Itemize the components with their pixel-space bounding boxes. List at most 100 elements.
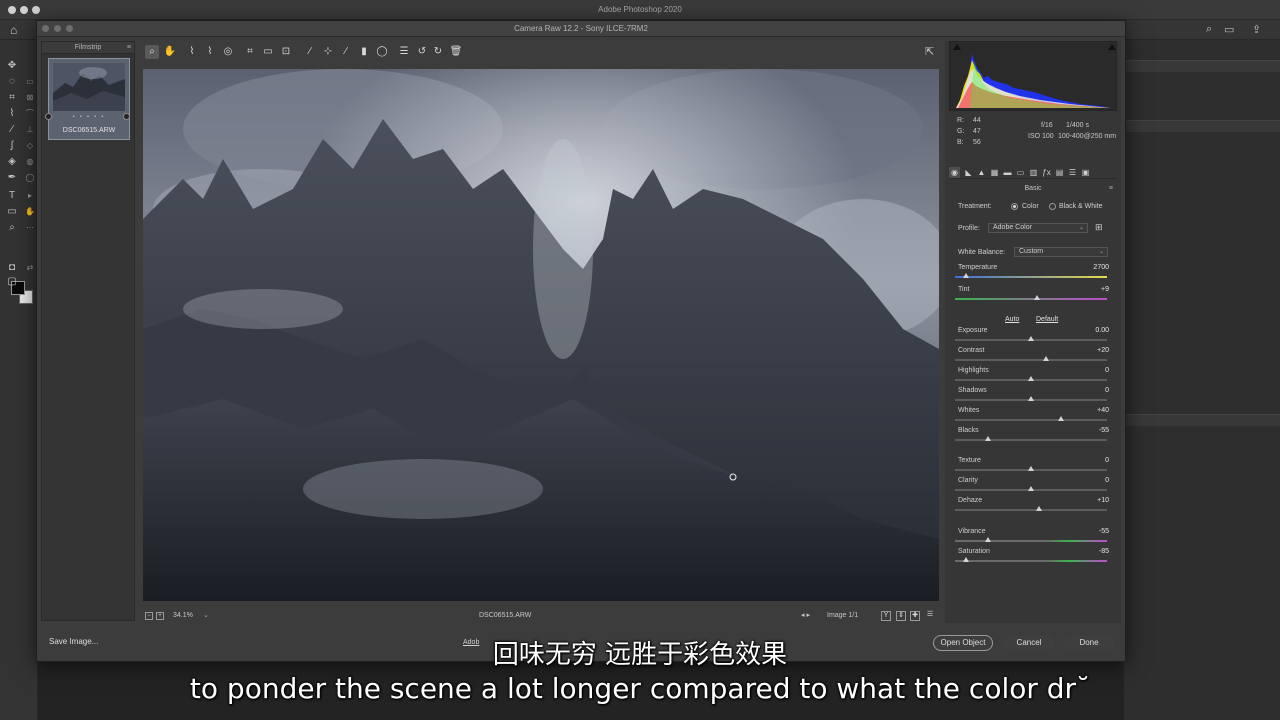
thumbnail-rating[interactable]: • • • • • <box>49 114 129 120</box>
shape-tool-icon[interactable]: ▭ <box>6 206 18 218</box>
home-icon[interactable]: ⌂ <box>10 23 17 37</box>
slider-thumb-whites[interactable] <box>1058 416 1065 421</box>
slider-value-exposure[interactable]: 0.00 <box>1079 327 1109 334</box>
color-sampler-icon[interactable]: ⌇ <box>203 45 217 59</box>
slider-value-clarity[interactable]: 0 <box>1079 477 1109 484</box>
radial-filter-icon[interactable]: ◯ <box>375 45 389 59</box>
tab-detail-icon[interactable]: ▲ <box>976 167 987 178</box>
straighten-tool-icon[interactable]: ▭ <box>261 45 275 59</box>
eraser-tool-icon[interactable]: ◇ <box>24 140 36 152</box>
workspace-icon[interactable]: ▭ <box>1224 23 1234 36</box>
red-eye-icon[interactable]: ⊹ <box>321 45 335 59</box>
patch-tool-icon[interactable]: ⌒ <box>24 108 36 120</box>
blur-tool-icon[interactable]: ◍ <box>24 156 36 168</box>
slider-value-dehaze[interactable]: +10 <box>1079 497 1109 504</box>
pen-tool-icon[interactable]: ✒ <box>6 172 18 184</box>
zoom-tool-icon[interactable]: ⌕ <box>6 222 18 234</box>
move-tool-icon[interactable]: ✥ <box>6 60 18 72</box>
slider-thumb-clarity[interactable] <box>1028 486 1034 491</box>
zoom-tool-icon[interactable]: ⌕ <box>145 45 159 59</box>
slider-value-temperature[interactable]: 2700 <box>1079 264 1109 271</box>
slider-track-temperature[interactable] <box>955 276 1107 278</box>
slider-track-tint[interactable] <box>955 298 1107 300</box>
frame-tool-icon[interactable]: ⊠ <box>24 92 36 104</box>
treatment-color-label[interactable]: Color <box>1022 203 1039 210</box>
eyedropper-tool-icon[interactable]: ⌇ <box>6 108 18 120</box>
tab-effects-icon[interactable]: ƒx <box>1041 167 1052 178</box>
transform-tool-icon[interactable]: ⊡ <box>279 45 293 59</box>
rotate-left-icon[interactable]: ↺ <box>415 45 429 59</box>
marquee-tool-icon[interactable]: ▭ <box>24 76 36 88</box>
search-icon[interactable]: ⌕ <box>1206 23 1212 36</box>
tab-split-toning-icon[interactable]: ▬ <box>1002 167 1013 178</box>
slider-track-whites[interactable] <box>955 419 1107 421</box>
trash-icon[interactable]: 🗑 <box>449 45 463 59</box>
crop-tool-icon[interactable]: ⌗ <box>243 45 257 59</box>
brush-tool-icon[interactable]: ∕ <box>6 124 18 136</box>
slider-thumb-saturation[interactable] <box>962 557 969 562</box>
slider-thumb-vibrance[interactable] <box>985 537 992 542</box>
preferences-icon[interactable]: ☰ <box>397 45 411 59</box>
swap-settings-icon[interactable]: ✚ <box>910 611 920 621</box>
zoom-in-button[interactable]: + <box>156 612 164 620</box>
tab-tone-curve-icon[interactable]: ◣ <box>963 167 974 178</box>
slider-value-blacks[interactable]: -55 <box>1079 427 1109 434</box>
screen-mode-icon[interactable]: ▢ <box>6 276 18 288</box>
zoom-out-button[interactable]: − <box>145 612 153 620</box>
tab-transform-icon[interactable]: ▥ <box>1028 167 1039 178</box>
slider-track-dehaze[interactable] <box>955 509 1107 511</box>
slider-value-whites[interactable]: +40 <box>1079 407 1109 414</box>
slider-thumb-texture[interactable] <box>1028 466 1034 471</box>
treatment-bw-label[interactable]: Black & White <box>1059 203 1103 210</box>
default-button[interactable]: Default <box>1036 316 1058 323</box>
slider-value-shadows[interactable]: 0 <box>1079 387 1109 394</box>
white-balance-dropdown[interactable]: Custom ⌄ <box>1014 247 1108 257</box>
zoom-level[interactable]: 34.1% <box>173 612 193 619</box>
slider-thumb-highlights[interactable] <box>1028 376 1034 381</box>
history-brush-icon[interactable]: ∫ <box>6 140 18 152</box>
slider-track-blacks[interactable] <box>955 439 1107 441</box>
treatment-bw-radio[interactable] <box>1049 203 1056 210</box>
tab-calibration-icon[interactable]: ▤ <box>1054 167 1065 178</box>
shadow-clipping-icon[interactable] <box>953 44 961 50</box>
slider-value-contrast[interactable]: +20 <box>1079 347 1109 354</box>
image-nav-arrows-icon[interactable]: ◂ ▸ <box>801 611 810 619</box>
slider-track-saturation[interactable] <box>955 560 1107 562</box>
crop-tool-icon[interactable]: ⌗ <box>6 92 18 104</box>
filmstrip-menu-icon[interactable]: ≡ <box>127 42 131 54</box>
rotate-right-icon[interactable]: ↻ <box>431 45 445 59</box>
type-tool-icon[interactable]: T <box>6 190 18 202</box>
preview-preferences-icon[interactable]: ☰ <box>925 611 935 621</box>
fullscreen-icon[interactable]: ⇱ <box>925 45 934 58</box>
slider-thumb-tint[interactable] <box>1034 295 1041 300</box>
treatment-color-radio[interactable] <box>1011 203 1018 210</box>
adjustment-brush-icon[interactable]: ∕ <box>339 45 353 59</box>
slider-value-tint[interactable]: +9 <box>1079 286 1109 293</box>
chevron-down-icon[interactable]: ⌄ <box>203 611 209 619</box>
panel-menu-icon[interactable]: ≡ <box>1109 183 1113 195</box>
dodge-tool-icon[interactable]: ◯ <box>24 172 36 184</box>
tab-lens-icon[interactable]: ▭ <box>1015 167 1026 178</box>
toggle-settings-icon[interactable]: ⇕ <box>896 611 906 621</box>
slider-track-contrast[interactable] <box>955 359 1107 361</box>
slider-value-highlights[interactable]: 0 <box>1079 367 1109 374</box>
targeted-adjustment-icon[interactable]: ◎ <box>221 45 235 59</box>
slider-thumb-dehaze[interactable] <box>1035 506 1042 511</box>
highlight-clipping-icon[interactable] <box>1108 44 1116 50</box>
quick-mask-icon[interactable]: ◘ <box>6 262 18 274</box>
spot-removal-icon[interactable]: ∕ <box>303 45 317 59</box>
hand-tool-icon[interactable]: ✋ <box>163 45 177 59</box>
hand-tool-icon[interactable]: ✋ <box>24 206 36 218</box>
image-preview[interactable] <box>143 69 939 601</box>
slider-value-vibrance[interactable]: -55 <box>1079 528 1109 535</box>
graduated-filter-icon[interactable]: ▮ <box>357 45 371 59</box>
more-tools-icon[interactable]: ⋯ <box>24 222 36 234</box>
tab-presets-icon[interactable]: ☰ <box>1067 167 1078 178</box>
slider-thumb-exposure[interactable] <box>1028 336 1034 341</box>
view-mode-y-icon[interactable]: Y <box>881 611 891 621</box>
slider-thumb-blacks[interactable] <box>985 436 992 441</box>
auto-button[interactable]: Auto <box>1005 316 1019 323</box>
slider-track-vibrance[interactable] <box>955 540 1107 542</box>
filmstrip-thumbnail[interactable]: • • • • • DSC06515.ARW <box>45 58 130 140</box>
tab-hsl-icon[interactable]: ▦ <box>989 167 1000 178</box>
